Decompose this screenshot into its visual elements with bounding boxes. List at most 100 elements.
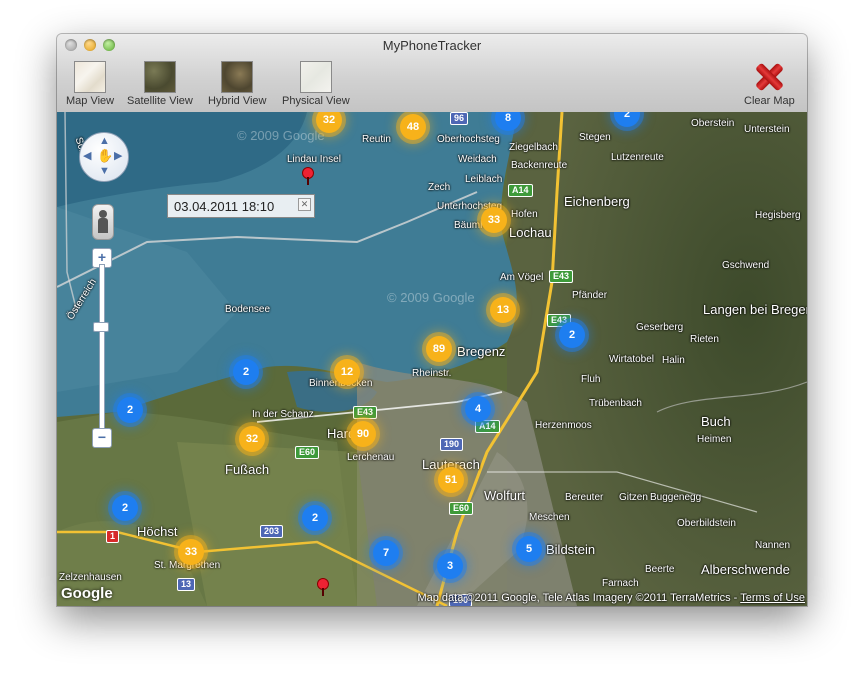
road-shield: A14	[508, 184, 533, 197]
map-watermark: © 2009 Google	[387, 290, 475, 305]
place-label: Meschen	[529, 512, 570, 523]
place-label: Halin	[662, 355, 685, 366]
place-label: Buch	[701, 414, 731, 429]
street-view-pegman[interactable]	[92, 204, 114, 240]
road-shield: 203	[260, 525, 284, 538]
satellite-view-button[interactable]: Satellite View	[127, 61, 193, 107]
location-pin-icon[interactable]	[317, 578, 329, 596]
hybrid-view-label: Hybrid View	[208, 95, 267, 107]
place-label: Weidach	[458, 154, 497, 165]
marker-cluster[interactable]: 2	[233, 359, 259, 385]
zoom-out-button[interactable]: −	[92, 428, 112, 448]
info-window-close-button[interactable]: ✕	[298, 198, 311, 211]
place-label: Hegisberg	[755, 210, 801, 221]
place-label: Fluh	[581, 374, 601, 385]
place-label: Lochau	[509, 225, 552, 240]
marker-cluster[interactable]: 5	[516, 536, 542, 562]
pegman-body-icon	[98, 218, 108, 233]
place-label: Oberbildstein	[677, 518, 736, 529]
place-label: Bodensee	[225, 304, 271, 315]
road-shield: 13	[177, 578, 196, 591]
place-label: Wolfurt	[484, 488, 525, 503]
physical-view-icon	[299, 61, 332, 93]
place-label: Oberhochsteg	[437, 134, 500, 145]
place-label: Lerchenau	[347, 452, 395, 463]
place-label: Rieten	[690, 334, 719, 345]
marker-cluster[interactable]: 3	[437, 553, 463, 579]
clear-map-button[interactable]: Clear Map	[744, 61, 795, 107]
place-label: Alberschwende	[701, 562, 790, 577]
hybrid-view-icon	[221, 61, 254, 93]
pan-up-icon[interactable]: ▲	[99, 136, 110, 147]
road-shield: E60	[295, 446, 320, 459]
marker-cluster[interactable]: 32	[239, 426, 265, 452]
place-label: Lindau Insel	[287, 154, 341, 165]
marker-cluster[interactable]: 33	[178, 539, 204, 565]
place-label: Oberstein	[691, 118, 735, 129]
marker-cluster[interactable]: 2	[112, 495, 138, 521]
place-label: Hofen	[511, 209, 538, 220]
pan-down-icon[interactable]: ▼	[99, 166, 110, 177]
pan-control[interactable]: ▲ ▼ ◀ ▶ ✋	[79, 132, 129, 182]
place-label: Zelzenhausen	[59, 572, 122, 583]
satellite-view-label: Satellite View	[127, 95, 193, 107]
place-label: Am Vögel	[500, 272, 544, 283]
place-label: Ziegelbach	[509, 142, 558, 153]
app-window: MyPhoneTracker Map View Satellite View H…	[57, 34, 807, 606]
pan-left-icon[interactable]: ◀	[83, 151, 91, 162]
pan-right-icon[interactable]: ▶	[114, 151, 122, 162]
physical-view-button[interactable]: Physical View	[282, 61, 350, 107]
marker-cluster[interactable]: 2	[302, 505, 328, 531]
place-label: Geserberg	[636, 322, 684, 333]
marker-cluster[interactable]: 4	[465, 396, 491, 422]
map-attribution: Map data ©2011 Google, Tele Atlas Imager…	[417, 592, 805, 604]
place-label: Fußach	[225, 462, 270, 477]
map-view-label: Map View	[66, 95, 115, 107]
place-label: Leiblach	[465, 174, 503, 185]
marker-cluster[interactable]: 7	[373, 540, 399, 566]
clear-map-label: Clear Map	[744, 95, 795, 107]
map-view[interactable]: © 2009 Google © 2009 Google Lindau Insel…	[57, 112, 807, 606]
place-label: Bregenz	[457, 344, 506, 359]
place-label: Bereuter	[565, 492, 604, 503]
google-logo: Google	[61, 585, 113, 602]
marker-cluster[interactable]: 48	[400, 114, 426, 140]
place-label: Reutin	[362, 134, 391, 145]
zoom-slider-thumb[interactable]	[93, 322, 109, 332]
place-label: Pfänder	[572, 290, 608, 301]
place-label: Langen bei Bregenz	[703, 302, 807, 317]
location-pin-icon[interactable]	[302, 167, 314, 185]
marker-cluster[interactable]: 90	[350, 421, 376, 447]
red-x-icon	[753, 61, 785, 93]
marker-cluster[interactable]: 33	[481, 207, 507, 233]
window-title: MyPhoneTracker	[382, 38, 482, 53]
marker-cluster[interactable]: 12	[334, 359, 360, 385]
marker-cluster[interactable]: 2	[559, 322, 585, 348]
place-label: Eichenberg	[564, 194, 630, 209]
marker-cluster[interactable]: 2	[117, 397, 143, 423]
info-window-timestamp: 03.04.2011 18:10	[174, 199, 275, 214]
place-label: Gschwend	[722, 260, 770, 271]
place-label: Wirtatobel	[609, 354, 655, 365]
place-label: Bildstein	[546, 542, 596, 557]
marker-cluster[interactable]: 89	[426, 336, 452, 362]
marker-cluster[interactable]: 13	[490, 297, 516, 323]
place-label: Farnach	[602, 578, 639, 589]
place-label: Unterstein	[744, 124, 790, 135]
physical-view-label: Physical View	[282, 95, 350, 107]
map-watermark: © 2009 Google	[237, 128, 325, 143]
terms-of-use-link[interactable]: Terms of Use	[740, 592, 805, 604]
place-label: Lutzenreute	[611, 152, 664, 163]
place-label: Heimen	[697, 434, 732, 445]
place-label: Stegen	[579, 132, 611, 143]
marker-cluster[interactable]: 51	[438, 467, 464, 493]
place-label: Zech	[428, 182, 451, 193]
map-view-button[interactable]: Map View	[66, 61, 114, 107]
road-shield: E60	[449, 502, 474, 515]
zoom-slider-track[interactable]	[99, 264, 105, 432]
hybrid-view-button[interactable]: Hybrid View	[208, 61, 267, 107]
satellite-view-icon	[143, 61, 176, 93]
place-label: Herzenmoos	[535, 420, 592, 431]
title-bar: MyPhoneTracker Map View Satellite View H…	[57, 34, 807, 113]
info-window: 03.04.2011 18:10 ✕	[167, 194, 315, 218]
